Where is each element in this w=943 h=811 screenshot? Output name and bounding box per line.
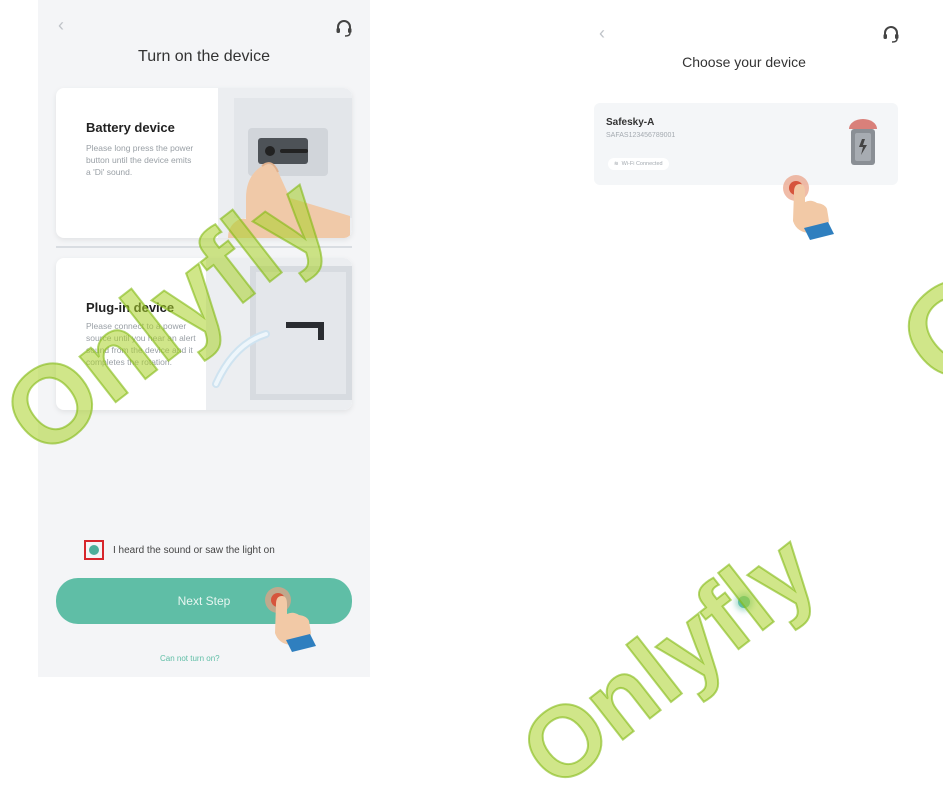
device-wifi-badge: ≋ Wi-Fi Connected [608, 158, 669, 170]
loading-indicator-icon [738, 596, 750, 608]
cannot-turn-on-link[interactable]: Can not turn on? [160, 654, 220, 663]
turn-on-device-screen: ‹ Turn on the device Battery device Plea… [38, 0, 370, 677]
battery-device-illustration [218, 88, 352, 238]
tap-hand-icon [783, 175, 834, 240]
chevron-left-icon: ‹ [58, 14, 64, 35]
battery-card-title: Battery device [86, 120, 175, 135]
plugin-card-description: Please connect to a power source until y… [86, 321, 196, 367]
plugin-device-card[interactable]: Plug-in device Please connect to a power… [56, 258, 352, 410]
headset-icon[interactable] [334, 18, 354, 38]
back-button[interactable]: ‹ [593, 22, 611, 43]
device-list-item[interactable]: Safesky-A SAFAS123456789001 ≋ Wi-Fi Conn… [594, 103, 898, 185]
page-title: Turn on the device [138, 48, 270, 65]
sound-confirm-label: I heard the sound or saw the light on [113, 545, 275, 556]
cards-divider [56, 246, 352, 248]
battery-card-description: Please long press the power button until… [86, 143, 194, 177]
battery-device-card[interactable]: Battery device Please long press the pow… [56, 88, 352, 238]
page-title: Choose your device [682, 54, 806, 70]
headset-icon[interactable] [881, 24, 901, 44]
device-name: Safesky-A [606, 117, 655, 128]
device-thumbnail-icon [849, 119, 877, 165]
back-button[interactable]: ‹ [52, 14, 70, 35]
chevron-left-icon: ‹ [599, 22, 605, 43]
device-id: SAFAS123456789001 [606, 132, 676, 139]
checkbox-checked-dot [89, 545, 99, 555]
wifi-icon: ≋ [614, 161, 619, 167]
plugin-device-illustration [206, 258, 352, 410]
plugin-card-title: Plug-in device [86, 300, 175, 315]
sound-confirm-checkbox[interactable] [84, 540, 104, 560]
device-wifi-status: Wi-Fi Connected [621, 161, 663, 167]
choose-device-screen: ‹ Choose your device Safesky-A SAFAS1234… [585, 0, 903, 677]
tap-hand-icon [265, 587, 316, 652]
